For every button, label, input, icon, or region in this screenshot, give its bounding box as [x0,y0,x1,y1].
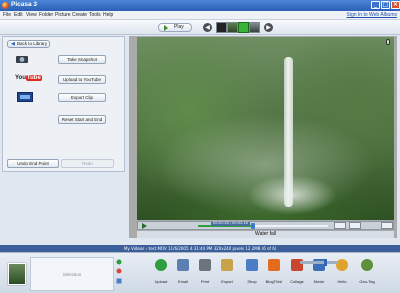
previous-arrow-icon[interactable]: ◀ [203,23,212,32]
back-to-library-button[interactable]: ◀ Back to Library [7,40,50,48]
menu-picture[interactable]: Picture [55,12,71,18]
sign-in-link[interactable]: Sign In to Web Albums [347,12,398,18]
mute-icon[interactable] [349,222,361,229]
print-tool[interactable]: Print [196,257,214,291]
menu-view[interactable]: View [26,12,37,18]
geotag-tool[interactable]: Geo-Tag [358,257,376,291]
thumbnail-size-slider[interactable] [300,259,338,266]
youtube-logo-you: You [15,75,26,81]
upload-icon [155,259,167,271]
globe-icon [361,259,373,271]
upload-tool[interactable]: Upload [152,257,170,291]
undo-end-point-button[interactable]: Undo End Point [7,159,59,168]
fullscreen-icon[interactable] [381,222,393,229]
export-tool[interactable]: Export [218,257,236,291]
geotag-tool-label: Geo-Tag [359,279,375,284]
status-text: My Videos › test.MOV 11/6/2005 4:31:44 P… [124,246,277,251]
timeline-scrubber[interactable] [250,223,255,229]
export-tool-label: Export [221,279,233,284]
video-caption[interactable]: Water fall [137,231,394,238]
menu-help[interactable]: Help [103,12,113,18]
filmstrip-thumb[interactable] [227,22,238,33]
timecode: 00:01:26 / 00:02:18 [211,221,250,226]
thumbnail-size-slider-knob[interactable] [324,259,327,266]
selection-label: Selection [62,272,82,277]
menu-create[interactable]: Create [72,12,87,18]
reset-start-end-button[interactable]: Reset Start and End [58,115,106,124]
clear-icon[interactable] [116,268,122,274]
maximize-button[interactable]: □ [381,1,390,9]
blogger-icon [268,259,280,271]
volume-icon[interactable] [334,222,346,229]
window-title: Picasa 3 [11,1,38,8]
picasa-icon [2,2,9,9]
back-arrow-icon: ◀ [11,41,15,47]
title-bar: Picasa 3 _ □ × [0,0,400,11]
email-icon [177,259,189,271]
status-bar: My Videos › test.MOV 11/6/2005 4:31:44 P… [0,245,400,252]
menu-bar: File Edit View Folder Picture Create Too… [0,11,400,20]
hold-icon[interactable] [116,259,122,265]
menu-file[interactable]: File [3,12,11,18]
camera-icon [16,56,28,63]
film-clip-icon [17,92,33,102]
shop-icon [246,259,258,271]
menu-folder[interactable]: Folder [39,12,53,18]
menu-tools[interactable]: Tools [89,12,101,18]
timeline-play-icon[interactable] [142,223,147,229]
close-button[interactable]: × [391,1,400,9]
play-button[interactable]: Play [158,23,192,32]
next-arrow-icon[interactable]: ▶ [264,23,273,32]
youtube-logo-tube: Tube [25,75,42,81]
selection-box[interactable]: Selection [30,257,114,291]
minimize-button[interactable]: _ [371,1,380,9]
add-to-album-icon[interactable] [116,278,122,284]
redo-button[interactable]: Redo [61,159,114,168]
take-snapshot-button[interactable]: Take Snapshot [58,55,106,64]
toolbar: Play ◀ ▶ [0,20,400,35]
printer-icon [199,259,211,271]
back-to-library-label: Back to Library [16,41,47,46]
hello-tool-label: Hello [337,279,347,284]
play-label: Play [174,24,184,30]
export-clip-button[interactable]: Export Clip [58,93,106,102]
waterfall-mist [247,175,337,215]
zoom-icon[interactable] [386,39,390,45]
email-tool[interactable]: Email [174,257,192,291]
menu-edit[interactable]: Edit [14,12,23,18]
tray-thumbnail[interactable] [8,263,26,285]
folder-export-icon [221,259,233,271]
filmstrip-thumb-selected[interactable] [238,22,249,33]
video-frame[interactable] [137,37,394,220]
upload-to-youtube-button[interactable]: Upload to YouTube [58,75,106,84]
play-icon [164,25,168,31]
movie-tools-panel: ◀ Back to Library Take Snapshot YouTube … [2,36,125,172]
photo-tray: Selection Upload Email Print Export Shop… [0,252,400,293]
video-viewer: 00:01:26 / 00:02:18 Water fall [129,36,397,238]
filmstrip-thumb[interactable] [216,22,227,33]
shop-tool[interactable]: Shop [243,257,261,291]
blogthis-tool[interactable]: BlogThis! [265,257,283,291]
filmstrip-thumb[interactable] [249,22,260,33]
youtube-logo: YouTube [15,75,42,81]
